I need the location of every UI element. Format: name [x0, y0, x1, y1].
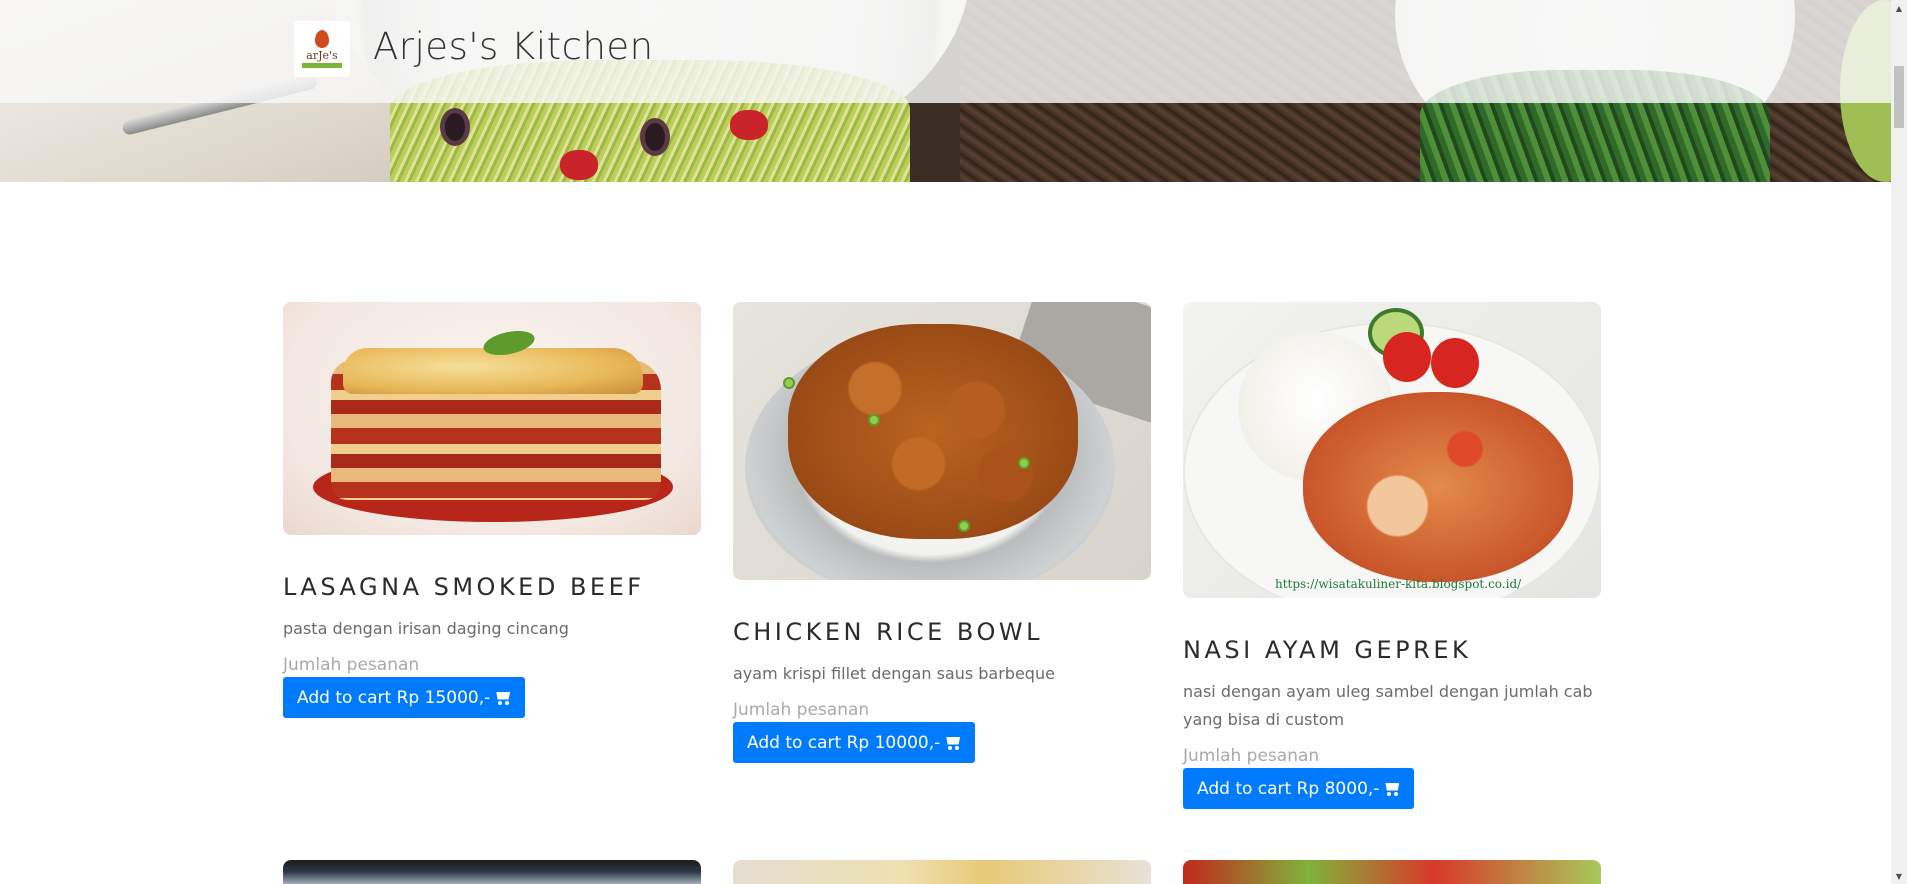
- navbar: arJe's Arjes's Kitchen: [0, 0, 1891, 103]
- shopping-cart-icon: [1383, 782, 1400, 796]
- shopping-cart-icon: [944, 736, 961, 750]
- add-to-cart-button[interactable]: Add to cart Rp 15000,-: [283, 677, 526, 718]
- scroll-up-arrow-icon[interactable]: ▲: [1891, 0, 1907, 16]
- add-to-cart-button[interactable]: Add to cart Rp 10000,-: [733, 722, 976, 763]
- shopping-cart-icon: [494, 691, 511, 705]
- hero-banner: arJe's Arjes's Kitchen: [0, 0, 1891, 182]
- add-to-cart-label: Add to cart Rp 15000,-: [297, 687, 491, 708]
- scroll-down-arrow-icon[interactable]: ▼: [1891, 868, 1907, 884]
- vertical-scrollbar[interactable]: ▲ ▼: [1891, 0, 1907, 884]
- product-image-lasagna: [283, 302, 701, 535]
- flame-icon: [315, 30, 329, 48]
- add-to-cart-button[interactable]: Add to cart Rp 8000,-: [1183, 768, 1415, 809]
- product-card: LASAGNA SMOKED BEEF pasta dengan irisan …: [283, 302, 701, 718]
- product-name: NASI AYAM GEPREK: [1183, 636, 1472, 664]
- add-to-cart-label: Add to cart Rp 8000,-: [1197, 778, 1380, 799]
- product-name: CHICKEN RICE BOWL: [733, 618, 1043, 646]
- quantity-label: Jumlah pesanan: [733, 700, 870, 720]
- product-card: CHICKEN RICE BOWL ayam krispi fillet den…: [733, 302, 1151, 763]
- product-description: ayam krispi fillet dengan saus barbeque: [733, 664, 1055, 683]
- product-card: https://wisatakuliner-kita.blogspot.co.i…: [1183, 302, 1601, 809]
- quantity-label: Jumlah pesanan: [283, 655, 420, 675]
- product-image-chicken-rice-bowl: [733, 302, 1151, 580]
- brand-logo[interactable]: arJe's: [294, 21, 350, 77]
- add-to-cart-label: Add to cart Rp 10000,-: [747, 732, 941, 753]
- product-image-peek: [283, 860, 701, 884]
- brand-title[interactable]: Arjes's Kitchen: [373, 25, 654, 68]
- product-image-peek: [1183, 860, 1601, 884]
- product-image-nasi-ayam-geprek: https://wisatakuliner-kita.blogspot.co.i…: [1183, 302, 1601, 598]
- product-name: LASAGNA SMOKED BEEF: [283, 573, 645, 601]
- quantity-label: Jumlah pesanan: [1183, 746, 1320, 766]
- scroll-thumb[interactable]: [1894, 66, 1904, 128]
- product-image-peek: [733, 860, 1151, 884]
- product-description: pasta dengan irisan daging cincang: [283, 619, 569, 638]
- product-description: nasi dengan ayam uleg sambel dengan juml…: [1183, 682, 1593, 729]
- logo-text: arJe's: [306, 49, 338, 62]
- image-watermark: https://wisatakuliner-kita.blogspot.co.i…: [1275, 577, 1522, 591]
